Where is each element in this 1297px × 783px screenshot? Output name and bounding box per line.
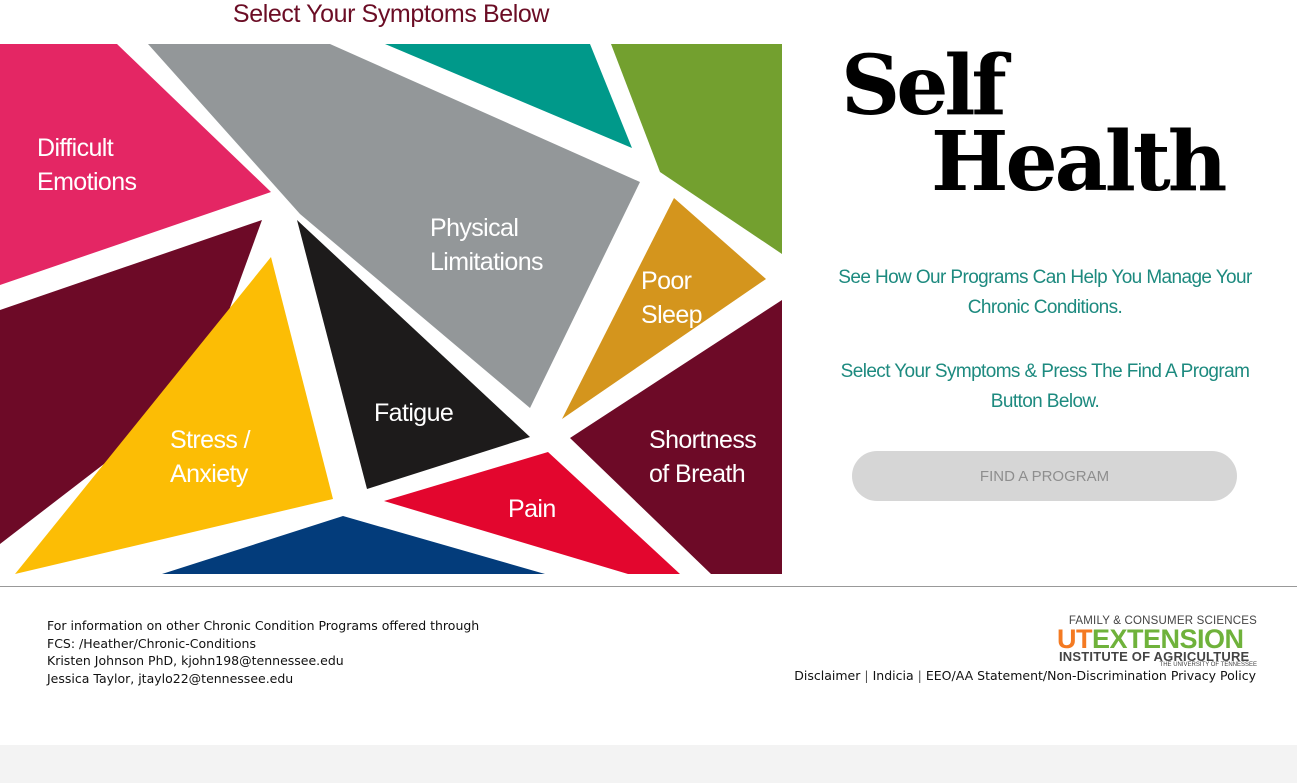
footer-line: Jessica Taylor, jtaylo22@tennessee.edu [47,670,294,686]
symptom-label-fatigue: Fatigue [374,399,453,427]
symptom-label-line: Sleep [641,301,702,329]
programs-description: See How Our Programs Can Help You Manage… [838,267,1252,318]
footer-links: Disclaimer | Indicia | EEO/AA Statement/Non-… [794,668,1256,683]
symptom-label-line: Difficult [37,134,114,162]
symptom-label-line: Fatigue [374,399,453,427]
symptom-label-line: Stress / [170,426,251,454]
symptom-label-line: Emotions [37,168,137,196]
link-separator: | [917,668,922,683]
logo-word-health: Health [931,114,1227,210]
disclaimer-link[interactable]: Disclaimer [794,668,860,683]
privacy-policy-link[interactable]: Privacy Policy [1171,668,1256,683]
footer-line: For information on other Chronic Conditi… [47,618,480,633]
symptom-label-line: Poor [641,267,692,295]
symptom-label-line: Physical [430,214,518,242]
page-bottom-band [0,745,1297,783]
symptom-label-line: Pain [508,495,556,523]
footer-divider [0,586,1297,587]
instructions-text: Select Your Symptoms & Press The Find A … [840,361,1250,412]
symptom-label-line: Anxiety [170,460,249,488]
symptom-map: Difficult Emotions Physical Limitations Po… [0,44,782,574]
symptom-label-pain: Pain [508,495,556,523]
footer-line: FCS: /Heather/Chronic-Conditions [47,635,256,651]
page-heading: Select Your Symptoms Below [232,0,550,28]
eeo-statement-link[interactable]: EEO/AA Statement/Non-Discrimination [926,668,1167,683]
footer-contact-info: For information on other Chronic Conditi… [47,617,567,687]
symptom-label-line: of Breath [649,460,745,488]
self-health-logo: Self Health [833,35,1255,220]
ut-extension-logo: FAMILY & CONSUMER SCIENCES UTEXTENSION I… [1057,615,1257,669]
link-separator: | [864,668,869,683]
footer-line: Kristen Johnson PhD, kjohn198@tennessee.… [47,653,344,668]
indicia-link[interactable]: Indicia [873,668,914,683]
symptom-label-line: Shortness [649,426,756,454]
find-program-button[interactable]: FIND A PROGRAM [852,451,1237,501]
symptom-label-line: Limitations [430,248,543,276]
